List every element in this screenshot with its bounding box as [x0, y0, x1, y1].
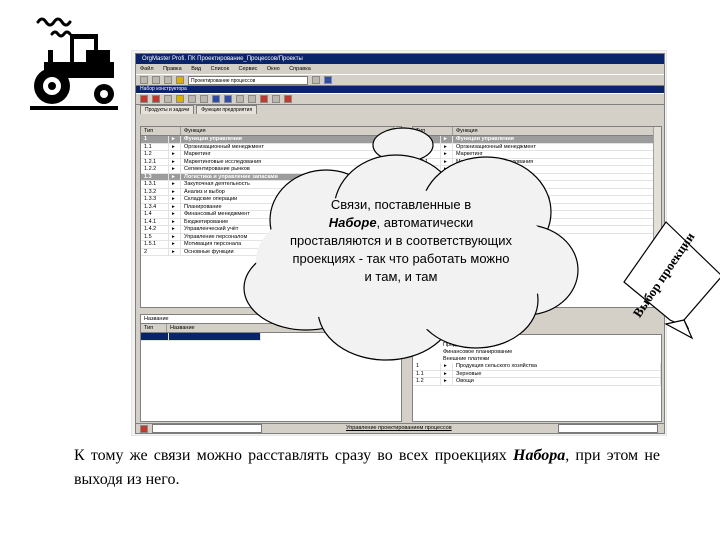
row-code: 1.4.1	[141, 218, 169, 225]
row-marker: ▸	[441, 370, 453, 377]
row-name: Овощи	[453, 378, 661, 385]
row-marker: ▸	[169, 173, 181, 180]
tab-products[interactable]: Продукты и задачи	[140, 105, 195, 114]
caption-emph: Набора	[513, 447, 566, 464]
callout-line2: , автоматически проставляются и в соотве…	[290, 215, 513, 284]
row-marker: ▸	[169, 211, 181, 218]
row-code: 1.3.3	[141, 196, 169, 203]
column-header-type[interactable]: Тип	[141, 127, 181, 135]
row-code: 1.1	[141, 143, 169, 150]
up-icon[interactable]	[236, 95, 244, 103]
arrow-left-icon[interactable]	[212, 95, 220, 103]
tool-icon[interactable]	[312, 76, 320, 84]
status-combo-right[interactable]	[558, 424, 658, 433]
row-marker: ▸	[169, 226, 181, 233]
menu-help[interactable]: Справка	[289, 66, 311, 72]
row-marker: ▸	[169, 181, 181, 188]
table-row[interactable]: 1.2 ▸ Овощи	[413, 378, 661, 386]
bottom-right-rows: 1 ▸ Продукция сельского хозяйства 1.1 ▸ Зерно…	[413, 363, 661, 386]
row-code: 1.3	[141, 173, 169, 180]
row-marker: ▸	[169, 188, 181, 195]
row-marker: ▸	[169, 241, 181, 248]
row-marker: ▸	[169, 158, 181, 165]
row-code: 1.3.2	[141, 188, 169, 195]
subwindow-title: Набор конструктора	[136, 86, 664, 93]
menu-file[interactable]: Файл	[140, 66, 154, 72]
row-code: 1.5.1	[141, 241, 169, 248]
tab-strip: Продукты и задачи Функции предприятия	[136, 105, 664, 114]
row-code: 1.4	[141, 211, 169, 218]
status-check-icon[interactable]	[140, 424, 148, 433]
filter-icon[interactable]	[164, 95, 172, 103]
status-combo-left[interactable]	[152, 424, 262, 433]
row-marker: ▸	[169, 248, 181, 255]
table-row[interactable]: 1.1 ▸ Зерновые	[413, 370, 661, 378]
bottom-column-type[interactable]: Тип	[141, 324, 167, 332]
menu-service[interactable]: Сервис	[239, 66, 258, 72]
row-code: 1.2	[141, 151, 169, 158]
row-marker: ▸	[169, 151, 181, 158]
row-code: 1	[141, 136, 169, 143]
check-icon-right[interactable]	[260, 95, 268, 103]
row-code: 1.5	[141, 233, 169, 240]
check-icon[interactable]	[140, 95, 148, 103]
caption-text: К тому же связи можно расставлять сразу …	[74, 444, 660, 492]
folder-icon[interactable]	[176, 76, 184, 84]
tree-icon[interactable]	[176, 95, 184, 103]
menu-edit[interactable]: Правка	[163, 66, 182, 72]
help-icon[interactable]	[324, 76, 332, 84]
status-bar: Управление проектированием процессов	[136, 423, 664, 433]
filter-icon-right[interactable]	[272, 95, 280, 103]
row-code: 1.2.1	[141, 158, 169, 165]
row-marker: ▸	[441, 378, 453, 385]
row-code: 2	[141, 248, 169, 255]
sub-toolbar	[136, 93, 664, 105]
menu-window[interactable]: Окно	[267, 66, 280, 72]
row-name: Зерновые	[453, 370, 661, 377]
row-marker: ▸	[169, 233, 181, 240]
row-marker: ▸	[169, 218, 181, 225]
open-icon[interactable]	[152, 76, 160, 84]
cut-icon[interactable]	[188, 95, 196, 103]
main-toolbar: Проектирование процессов	[136, 74, 664, 86]
down-icon[interactable]	[248, 95, 256, 103]
row-code: 1.3.4	[141, 203, 169, 210]
callout-line1: Связи, поставленные в	[330, 197, 472, 212]
row-code: 1.2.2	[141, 166, 169, 173]
callout-text: Связи, поставленные в Наборе, автоматиче…	[290, 196, 512, 286]
row-code: 1.4.2	[141, 226, 169, 233]
tractor-icon	[30, 17, 118, 110]
row-marker: ▸	[169, 136, 181, 143]
save-icon[interactable]	[164, 76, 172, 84]
copy-icon[interactable]	[200, 95, 208, 103]
row-marker: ▸	[169, 203, 181, 210]
menu-bar: Файл Правка Вид Список Сервис Окно Справ…	[136, 64, 664, 74]
delete-icon-right[interactable]	[284, 95, 292, 103]
delete-icon[interactable]	[152, 95, 160, 103]
window-title: OrgMaster Profi. ПК Проектирование_Проце…	[136, 54, 664, 64]
menu-view[interactable]: Вид	[191, 66, 201, 72]
row-marker: ▸	[169, 143, 181, 150]
row-marker: ▸	[169, 166, 181, 173]
row-code: 1.2	[413, 378, 441, 385]
process-combo[interactable]: Проектирование процессов	[188, 75, 308, 85]
arrow-right-icon[interactable]	[224, 95, 232, 103]
row-code: 1.1	[413, 370, 441, 377]
callout-emph: Наборе	[328, 215, 377, 230]
row-code: 1.3.1	[141, 181, 169, 188]
tab-functions[interactable]: Функции предприятия	[196, 105, 258, 114]
status-text: Управление проектированием процессов	[346, 425, 452, 431]
menu-list[interactable]: Список	[211, 66, 229, 72]
new-icon[interactable]	[140, 76, 148, 84]
row-marker: ▸	[169, 196, 181, 203]
caption-part1: К тому же связи можно расставлять сразу …	[74, 447, 507, 464]
